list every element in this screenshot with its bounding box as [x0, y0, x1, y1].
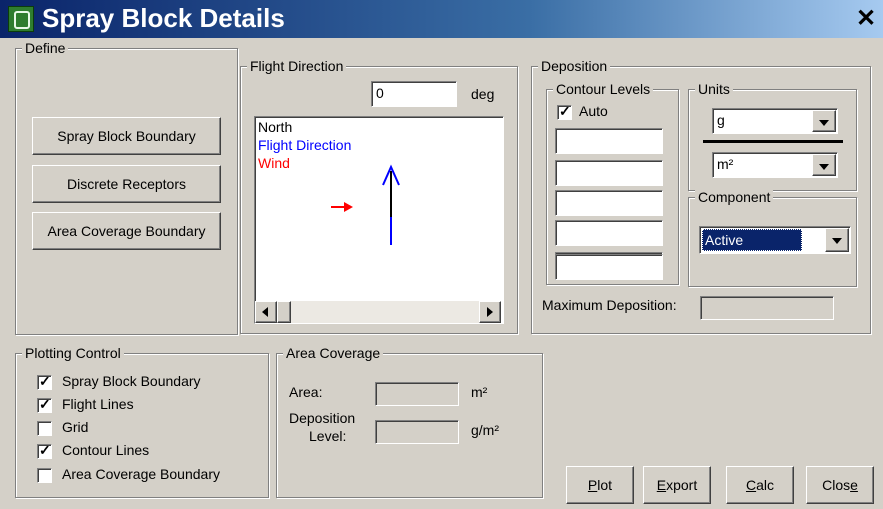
define-legend: Define — [22, 39, 69, 57]
units-denominator-value: m² — [717, 156, 734, 172]
scroll-left-button[interactable] — [255, 301, 277, 323]
close-icon[interactable]: ✕ — [855, 4, 877, 32]
area-coverage-group: Area Coverage Area: m² Deposition Level:… — [276, 344, 543, 498]
plot-button[interactable]: Plot — [566, 466, 634, 504]
plotting-control-group: Plotting Control ✓ Spray Block Boundary … — [15, 344, 269, 498]
units-denominator-select[interactable]: m² — [712, 152, 838, 178]
maximum-deposition-label: Maximum Deposition: — [542, 297, 677, 313]
area-coverage-boundary-label: Area Coverage Boundary — [47, 223, 206, 239]
maximum-deposition-field — [700, 296, 834, 320]
flight-direction-legend: Flight Direction — [247, 57, 347, 75]
plot-label: Plot — [587, 477, 613, 493]
area-unit: m² — [471, 384, 488, 400]
units-denominator-dropdown-icon[interactable] — [812, 154, 836, 176]
app-icon — [8, 6, 34, 32]
auto-label: Auto — [579, 103, 608, 119]
plotting-control-legend: Plotting Control — [22, 344, 124, 362]
area-label: Area: — [289, 384, 323, 400]
contour-level-2[interactable] — [555, 160, 663, 186]
deposition-level-field — [375, 420, 459, 444]
area-coverage-boundary-button[interactable]: Area Coverage Boundary — [32, 212, 221, 250]
flight-direction-preview: North Flight Direction Wind — [254, 116, 504, 324]
flight-direction-input[interactable]: 0 — [371, 81, 457, 107]
flight-lines-check-label: Flight Lines — [62, 396, 134, 412]
flight-direction-value: 0 — [376, 85, 384, 101]
spray-block-boundary-button[interactable]: Spray Block Boundary — [32, 117, 221, 155]
area-coverage-legend: Area Coverage — [283, 344, 384, 362]
window-title: Spray Block Details — [42, 3, 285, 33]
contour-lines-check-label: Contour Lines — [62, 442, 150, 458]
wind-arrow-head — [344, 202, 353, 212]
horizontal-scrollbar[interactable] — [255, 301, 501, 323]
discrete-receptors-button[interactable]: Discrete Receptors — [32, 165, 221, 203]
flight-direction-unit: deg — [471, 86, 495, 102]
discrete-receptors-label: Discrete Receptors — [66, 176, 187, 192]
spray-block-details-window: Spray Block Details ✕ Define Spray Block… — [0, 0, 883, 509]
deposition-group: Deposition Contour Levels ✓ Auto Units g… — [531, 57, 871, 334]
flight-lines-checkbox[interactable]: ✓ — [37, 396, 52, 413]
units-numerator-value: g — [717, 112, 725, 128]
spray-block-boundary-check-label: Spray Block Boundary — [62, 373, 201, 389]
spray-block-boundary-label: Spray Block Boundary — [57, 128, 196, 144]
grid-check-label: Grid — [62, 419, 89, 435]
export-button[interactable]: Export — [643, 466, 711, 504]
define-group: Define Spray Block Boundary Discrete Rec… — [15, 39, 238, 335]
component-select[interactable]: Active — [699, 226, 851, 254]
contour-levels-legend: Contour Levels — [553, 80, 654, 98]
direction-arrows — [331, 164, 400, 245]
close-button[interactable]: Close — [806, 466, 874, 504]
scroll-thumb[interactable] — [277, 301, 291, 323]
component-group: Component Active — [688, 188, 857, 287]
deposition-legend: Deposition — [538, 57, 611, 75]
grid-checkbox[interactable] — [37, 421, 52, 436]
units-group: Units g m² — [688, 80, 857, 191]
deposition-level-unit: g/m² — [471, 422, 499, 438]
units-legend: Units — [695, 80, 733, 98]
title-bar[interactable]: Spray Block Details ✕ — [0, 0, 883, 38]
component-legend: Component — [695, 188, 774, 206]
contour-lines-checkbox[interactable]: ✓ — [37, 442, 52, 459]
contour-level-6[interactable] — [555, 254, 663, 280]
auto-checkbox[interactable]: ✓ — [557, 103, 572, 120]
calc-label: Calc — [745, 477, 775, 493]
contour-level-3[interactable] — [555, 190, 663, 216]
spray-block-boundary-checkbox[interactable]: ✓ — [37, 373, 52, 390]
scroll-right-button[interactable] — [479, 301, 501, 323]
component-dropdown-icon[interactable] — [825, 228, 849, 252]
export-label: Export — [656, 477, 698, 493]
area-field — [375, 382, 459, 406]
units-numerator-dropdown-icon[interactable] — [812, 110, 836, 132]
area-coverage-boundary-check-label: Area Coverage Boundary — [62, 466, 220, 482]
calc-button[interactable]: Calc — [726, 466, 794, 504]
component-value: Active — [702, 229, 803, 251]
close-label: Close — [822, 477, 858, 493]
contour-level-4[interactable] — [555, 220, 663, 246]
contour-level-1[interactable] — [555, 128, 663, 154]
deposition-level-label-1: Deposition — [289, 410, 356, 426]
area-coverage-boundary-checkbox[interactable] — [37, 468, 52, 483]
units-fraction-bar — [703, 140, 843, 143]
units-numerator-select[interactable]: g — [712, 108, 838, 134]
deposition-level-label-2: Level: — [309, 428, 347, 444]
flight-direction-group: Flight Direction 0 deg North Flight Dire… — [240, 57, 518, 334]
